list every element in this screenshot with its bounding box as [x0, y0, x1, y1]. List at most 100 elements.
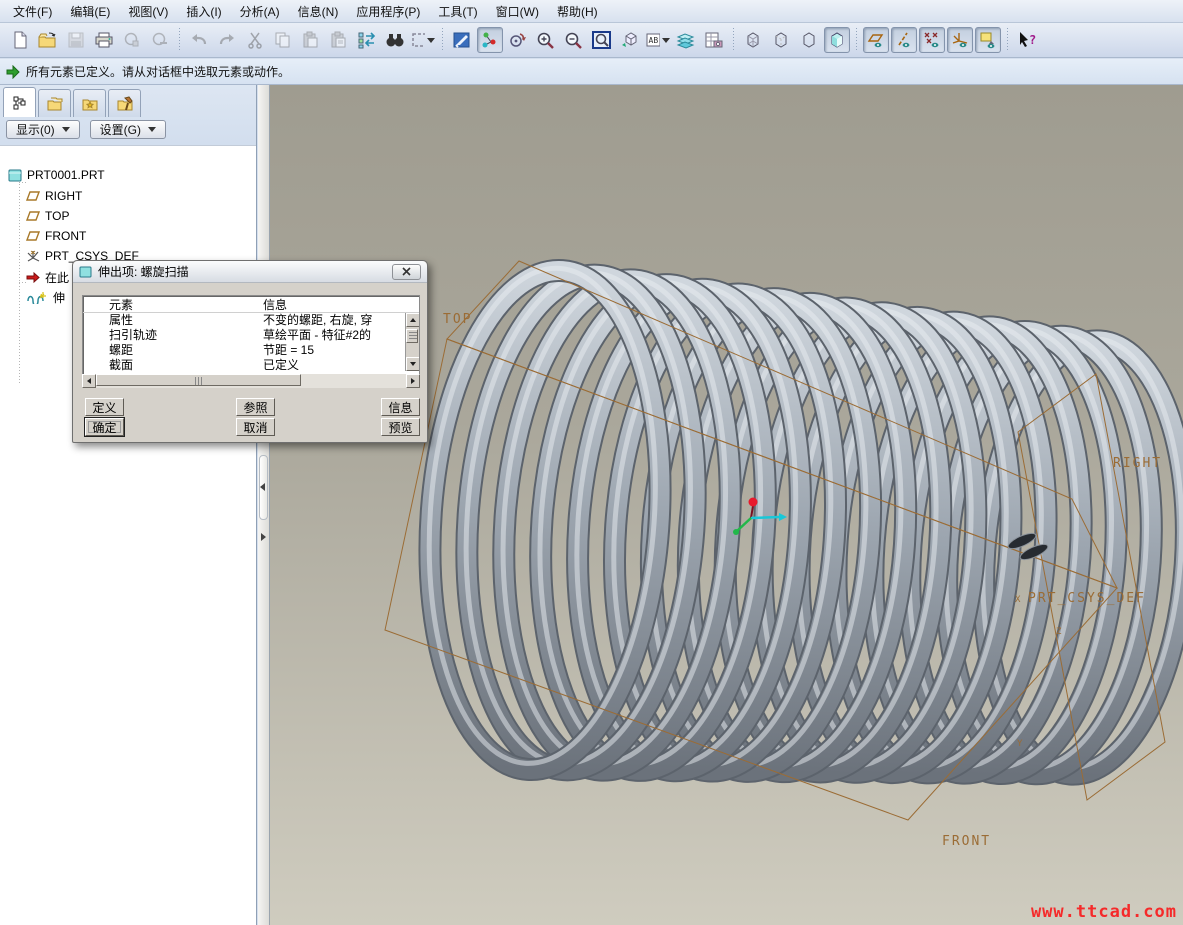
redo-icon[interactable] [214, 27, 240, 53]
table-row[interactable]: 截面 已定义 [83, 358, 419, 373]
refs-button[interactable]: 参照 [236, 398, 275, 416]
vscroll-thumb[interactable] [406, 329, 418, 343]
orientation-mode-icon[interactable] [505, 27, 531, 53]
table-header: 元素 信息 [83, 296, 419, 313]
menu-tools[interactable]: 工具(T) [429, 0, 486, 23]
dialog-title-bar[interactable]: 伸出项: 螺旋扫描 [73, 261, 427, 283]
menu-window[interactable]: 窗口(W) [487, 0, 548, 23]
hidden-line-icon[interactable] [768, 27, 794, 53]
ok-button[interactable]: 确定 [85, 418, 124, 436]
tree-root-part[interactable]: PRT0001.PRT [8, 168, 105, 182]
copy-icon[interactable] [270, 27, 296, 53]
svg-text:AB: AB [649, 36, 659, 45]
horizontal-scrollbar[interactable] [82, 374, 420, 388]
menu-analysis[interactable]: 分析(A) [231, 0, 289, 23]
select-box-icon[interactable] [410, 27, 436, 53]
info-button[interactable]: 信息 [381, 398, 420, 416]
print-icon[interactable] [91, 27, 117, 53]
vertical-scrollbar[interactable] [405, 313, 419, 371]
regenerate-icon[interactable] [354, 27, 380, 53]
graphics-viewport[interactable]: TOP RIGHT FRONT PRT_CSYS_DEF X Y Z [270, 85, 1183, 925]
menu-info[interactable]: 信息(N) [289, 0, 348, 23]
tree-item-helical-sweep[interactable]: 伸 [26, 289, 65, 306]
application-window: 文件(F) 编辑(E) 视图(V) 插入(I) 分析(A) 信息(N) 应用程序… [0, 0, 1183, 925]
scroll-down-icon[interactable] [406, 357, 420, 371]
navigator-sash[interactable] [258, 85, 270, 925]
menu-file[interactable]: 文件(F) [4, 0, 61, 23]
annotations-toggle-icon[interactable] [975, 27, 1001, 53]
reorient-icon[interactable] [617, 27, 643, 53]
shaded-icon[interactable] [824, 27, 850, 53]
datum-axes-toggle-icon[interactable] [891, 27, 917, 53]
delete-unused-icon[interactable] [147, 27, 173, 53]
scroll-left-icon[interactable] [82, 374, 96, 388]
menu-help[interactable]: 帮助(H) [548, 0, 607, 23]
expand-right-icon[interactable] [261, 533, 266, 541]
preview-button[interactable]: 预览 [381, 418, 420, 436]
find-icon[interactable] [382, 27, 408, 53]
hscroll-thumb[interactable] [96, 374, 301, 386]
tree-item-right[interactable]: RIGHT [26, 189, 82, 203]
toolbar-separator [176, 28, 183, 52]
tree-item-insert-here[interactable]: 在此 [26, 269, 69, 286]
close-button[interactable] [392, 264, 421, 280]
table-row[interactable]: 螺距 节距 = 15 [83, 343, 419, 358]
paste-special-icon[interactable] [326, 27, 352, 53]
helical-spring-model[interactable] [413, 261, 1183, 781]
favorites-folder-icon [81, 96, 99, 112]
status-message: 所有元素已定义。请从对话框中选取元素或动作。 [26, 63, 290, 80]
show-dropdown-button[interactable]: 显示(0) [6, 120, 80, 139]
open-file-icon[interactable] [35, 27, 61, 53]
cancel-button[interactable]: 取消 [236, 418, 275, 436]
context-help-icon[interactable]: ? [1014, 27, 1040, 53]
paste-icon[interactable] [298, 27, 324, 53]
tree-item-front[interactable]: FRONT [26, 229, 86, 243]
cut-icon[interactable] [242, 27, 268, 53]
select-box-dropdown-icon[interactable] [427, 38, 435, 43]
datum-points-toggle-icon[interactable] [919, 27, 945, 53]
tree-item-top[interactable]: TOP [26, 209, 69, 223]
menu-edit[interactable]: 编辑(E) [61, 0, 119, 23]
define-button[interactable]: 定义 [85, 398, 124, 416]
svg-text:?: ? [1029, 33, 1036, 47]
insert-here-icon [26, 272, 40, 283]
erase-display-icon[interactable] [119, 27, 145, 53]
menu-view[interactable]: 视图(V) [119, 0, 177, 23]
scroll-up-icon[interactable] [406, 313, 420, 327]
view-manager-icon[interactable] [701, 27, 727, 53]
col-element: 元素 [83, 296, 263, 312]
menu-insert[interactable]: 插入(I) [177, 0, 230, 23]
favorites-tab[interactable] [73, 89, 106, 117]
collapse-left-icon[interactable] [260, 483, 265, 491]
folder-browser-tab[interactable] [38, 89, 71, 117]
datum-plane-icon [26, 230, 40, 242]
datum-csys-toggle-icon[interactable] [947, 27, 973, 53]
tree-connector [19, 184, 20, 384]
datum-plane-icon [26, 210, 40, 222]
part-icon [8, 168, 22, 182]
close-icon [402, 267, 411, 276]
csys-label: PRT_CSYS_DEF [1028, 591, 1146, 606]
table-row[interactable]: 属性 不变的螺距, 右旋, 穿 [83, 313, 419, 328]
wireframe-icon[interactable] [740, 27, 766, 53]
new-file-icon[interactable] [7, 27, 33, 53]
feature-icon [79, 265, 92, 278]
scroll-right-icon[interactable] [406, 374, 420, 388]
model-tree-tab[interactable] [3, 87, 36, 117]
undo-icon[interactable] [186, 27, 212, 53]
zoom-out-icon[interactable] [561, 27, 587, 53]
refit-icon[interactable] [589, 27, 615, 53]
datum-planes-toggle-icon[interactable] [863, 27, 889, 53]
spin-center-icon[interactable] [477, 27, 503, 53]
saved-views-dropdown-icon[interactable] [662, 38, 670, 43]
history-tab[interactable] [108, 89, 141, 117]
menu-applications[interactable]: 应用程序(P) [347, 0, 429, 23]
no-hidden-icon[interactable] [796, 27, 822, 53]
layers-icon[interactable] [673, 27, 699, 53]
repaint-icon[interactable] [449, 27, 475, 53]
save-icon[interactable] [63, 27, 89, 53]
zoom-in-icon[interactable] [533, 27, 559, 53]
table-row[interactable]: 扫引轨迹 草绘平面 - 特征#2的 [83, 328, 419, 343]
saved-views-icon[interactable]: AB [645, 27, 671, 53]
settings-dropdown-button[interactable]: 设置(G) [90, 120, 166, 139]
